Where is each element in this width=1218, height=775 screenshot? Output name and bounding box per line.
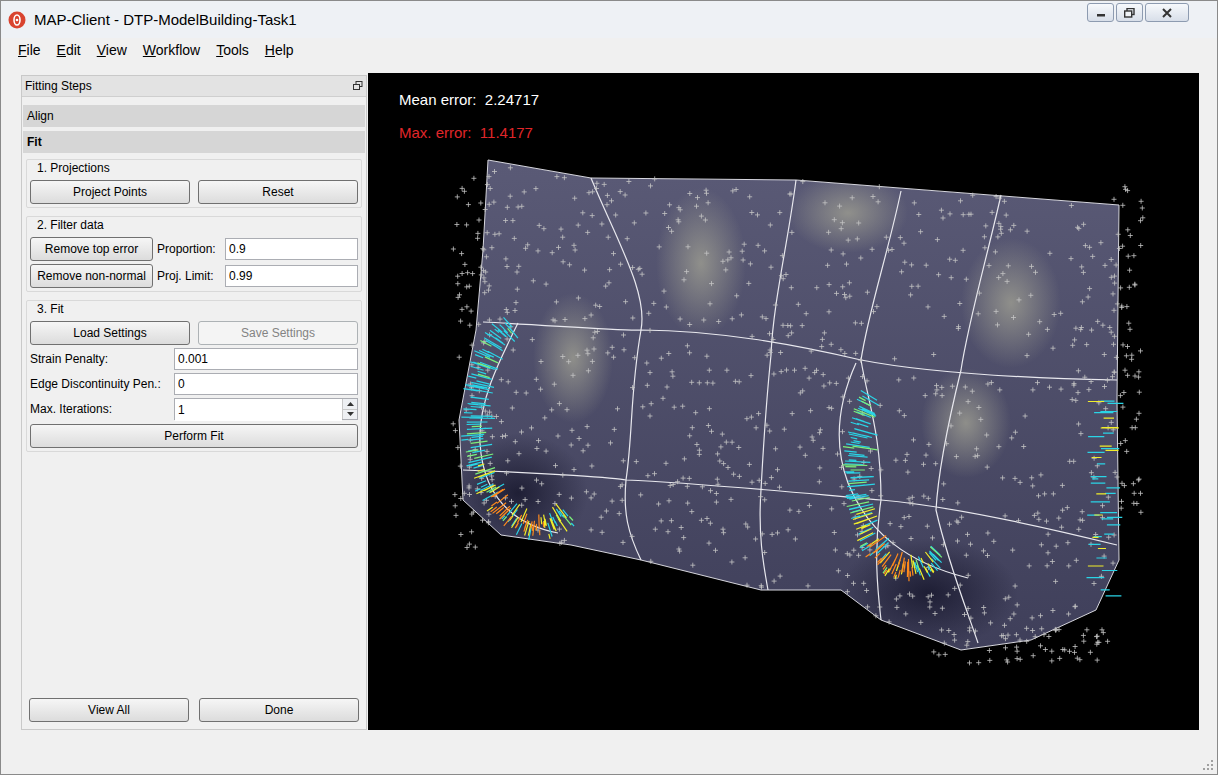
- spin-up-button[interactable]: [343, 399, 357, 410]
- button[interactable]: Reset: [198, 180, 358, 204]
- fit-field-row: Strain Penalty:: [30, 348, 358, 370]
- close-button[interactable]: [1145, 3, 1189, 22]
- data-points: [451, 165, 1146, 665]
- fit-field-row: Max. Iterations:: [30, 398, 358, 420]
- footer-buttons: View All Done: [22, 698, 366, 729]
- spin-down-button[interactable]: [343, 410, 357, 420]
- float-button[interactable]: [353, 81, 363, 91]
- group-title: 2. Filter data: [30, 217, 358, 234]
- text-field[interactable]: [225, 238, 358, 260]
- text-field[interactable]: [174, 348, 358, 370]
- title-bar: MAP-Client - DTP-ModelBuilding-Task1: [1, 1, 1217, 38]
- float-icon: [353, 81, 363, 91]
- mesh-element-lines: [463, 178, 1117, 643]
- button-row: Load Settings Save Settings: [30, 321, 358, 345]
- text-field[interactable]: [174, 373, 358, 395]
- error-vectors: [461, 317, 1123, 596]
- group-title: 3. Fit: [30, 301, 358, 318]
- mesh-outline: [459, 160, 1119, 650]
- mean-error-label: Mean error: 2.24717: [399, 90, 539, 110]
- menu-item[interactable]: File: [10, 40, 49, 60]
- main-area: Fitting Steps Align Fit 1. Projections Proje…: [1, 61, 1217, 731]
- field-label: Edge Discontinuity Pen.:: [30, 375, 174, 393]
- viewport-3d[interactable]: Mean error: 2.24717 Max. error: 11.4177: [368, 73, 1199, 730]
- resize-grip-icon[interactable]: [1202, 759, 1214, 771]
- button[interactable]: Load Settings: [30, 321, 190, 345]
- menu-item[interactable]: Workflow: [135, 40, 208, 60]
- spin-arrows: [342, 399, 357, 419]
- button[interactable]: Remove non-normal: [30, 264, 153, 288]
- menu-item[interactable]: Edit: [49, 40, 89, 60]
- app-window: MAP-Client - DTP-ModelBuilding-Task1 Fil…: [0, 0, 1218, 775]
- menu-item[interactable]: View: [89, 40, 135, 60]
- button[interactable]: View All: [29, 698, 189, 722]
- field-label: Proj. Limit:: [157, 267, 221, 285]
- menu-bar: FileEditViewWorkflowToolsHelp: [1, 38, 1217, 61]
- button[interactable]: Project Points: [30, 180, 190, 204]
- minimize-icon: [1096, 8, 1106, 18]
- panel-title: Fitting Steps: [25, 78, 92, 94]
- window-title: MAP-Client - DTP-ModelBuilding-Task1: [34, 10, 297, 30]
- fit-field-row: Edge Discontinuity Pen.:: [30, 373, 358, 395]
- close-icon: [1162, 8, 1172, 18]
- fit-page: 1. Projections Project Points Reset 2. Filt…: [22, 153, 366, 452]
- max-error-label: Max. error: 11.4177: [399, 123, 533, 143]
- filter-row: Remove non-normalProj. Limit:: [30, 264, 358, 288]
- text-field[interactable]: [175, 399, 342, 421]
- toolbox-section[interactable]: Align: [23, 105, 365, 127]
- status-bar: [1, 731, 1217, 774]
- button: Save Settings: [198, 321, 358, 345]
- restore-icon: [1124, 8, 1135, 18]
- arrow-up-icon: [347, 402, 354, 406]
- toolbox-section[interactable]: Fit: [23, 131, 365, 153]
- button[interactable]: Perform Fit: [30, 424, 358, 448]
- error-vectors: [491, 489, 913, 581]
- window-controls: [1087, 3, 1189, 22]
- field-label: Strain Penalty:: [30, 350, 174, 368]
- mesh-surface: [448, 160, 1119, 650]
- app-logo-icon: [8, 11, 26, 29]
- fitting-steps-panel: Fitting Steps Align Fit 1. Projections Proje…: [21, 75, 367, 730]
- spin-box[interactable]: [174, 398, 358, 420]
- group-title: 1. Projections: [30, 160, 358, 177]
- group-box: 1. Projections Project Points Reset: [26, 159, 362, 208]
- button-row: Project Points Reset: [30, 180, 358, 204]
- field-label: Max. Iterations:: [30, 400, 174, 418]
- group-box: 3. Fit Load Settings Save Settings Strain P…: [26, 300, 362, 452]
- filter-row: Remove top errorProportion:: [30, 237, 358, 261]
- button[interactable]: Done: [199, 698, 359, 722]
- menu-item[interactable]: Tools: [208, 40, 257, 60]
- error-vectors: [474, 402, 1119, 580]
- text-field[interactable]: [225, 265, 358, 287]
- mesh-render[interactable]: [368, 73, 1199, 730]
- panel-header: Fitting Steps: [22, 76, 366, 97]
- menu-item[interactable]: Help: [257, 40, 302, 60]
- error-vectors: [466, 328, 942, 573]
- group-box: 2. Filter data Remove top errorProportion…: [26, 216, 362, 292]
- maximize-button[interactable]: [1116, 3, 1143, 22]
- arrow-down-icon: [347, 412, 354, 416]
- button[interactable]: Remove top error: [30, 237, 153, 261]
- field-label: Proportion:: [157, 240, 221, 258]
- minimize-button[interactable]: [1087, 3, 1114, 22]
